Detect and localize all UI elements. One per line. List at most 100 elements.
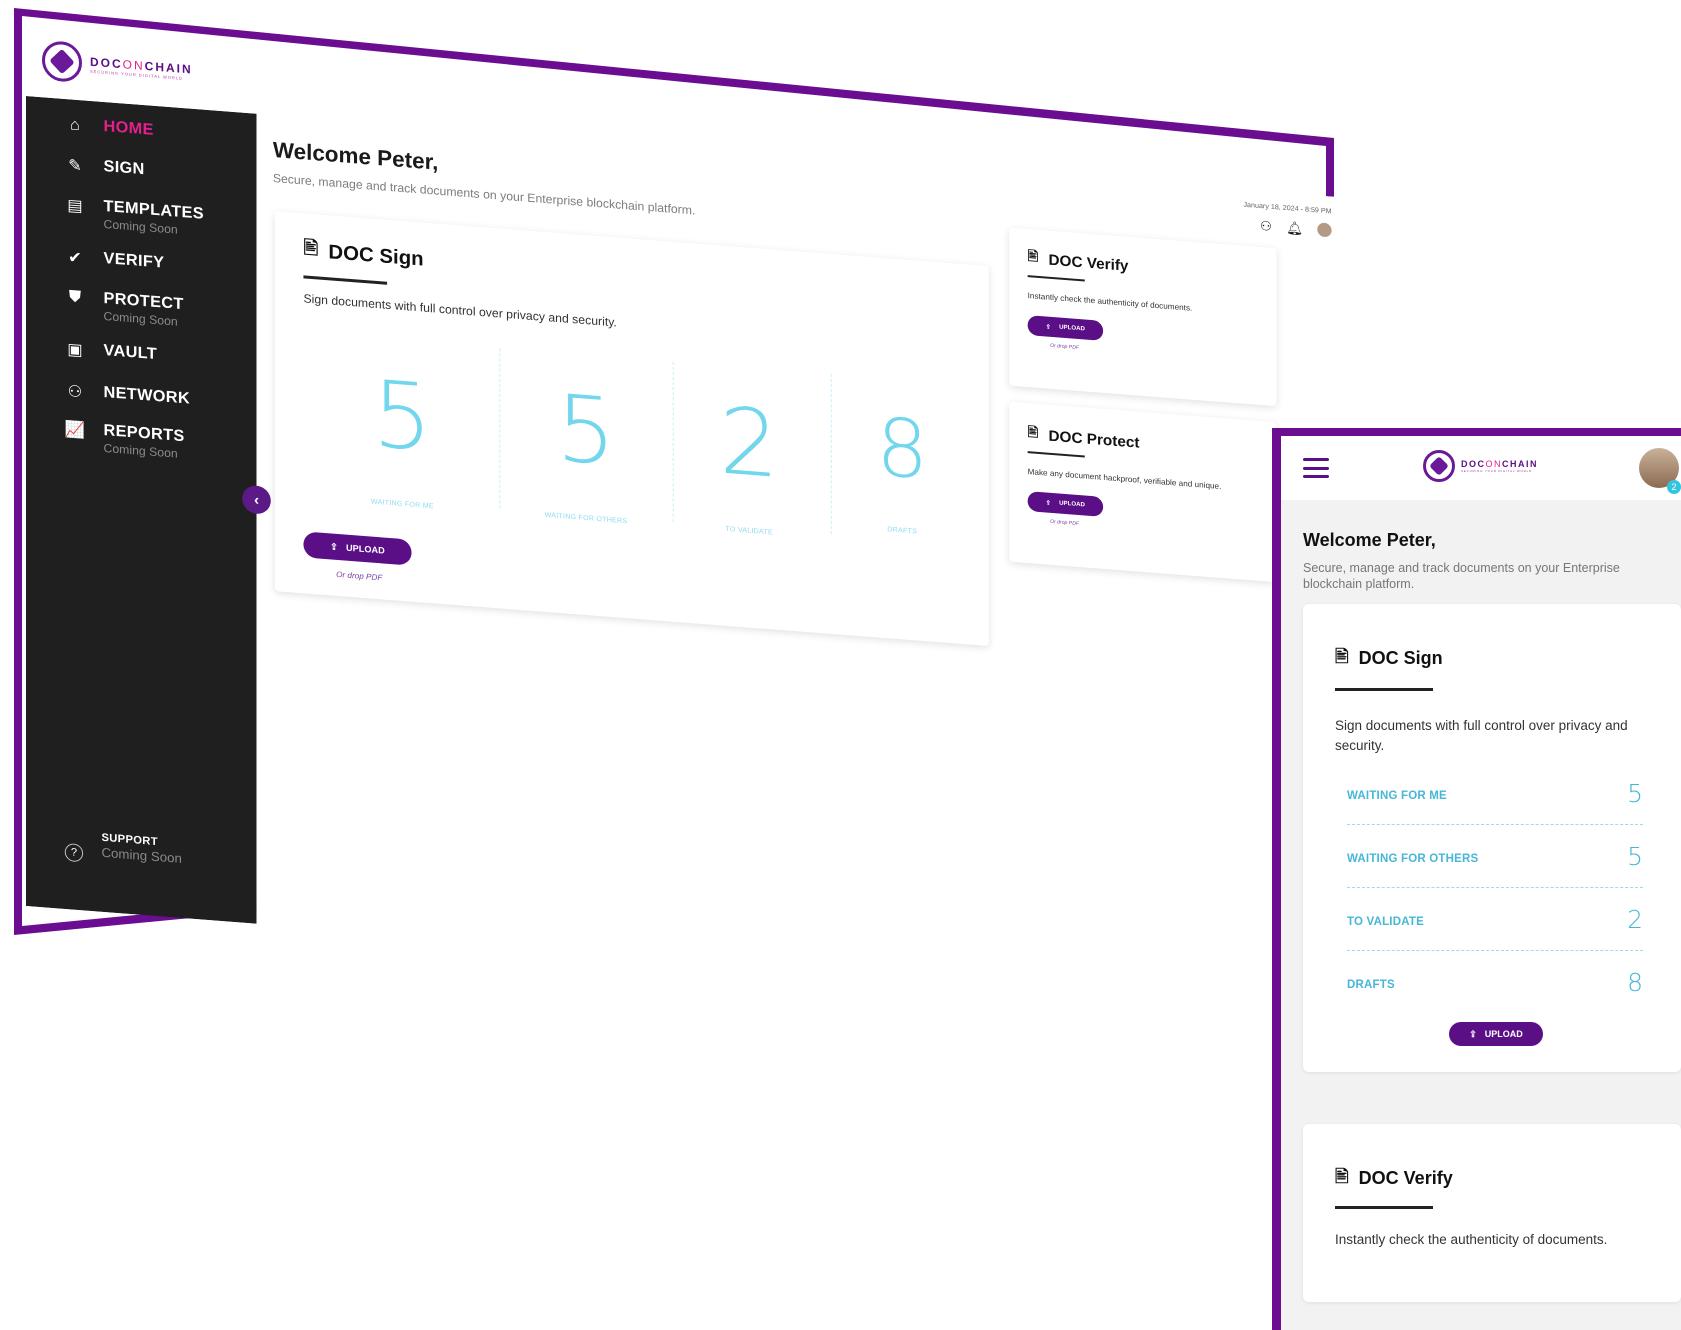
stat-drafts[interactable]: 8 DRAFTS (841, 400, 963, 539)
button-label: UPLOAD (1059, 500, 1085, 509)
stat-label: DRAFTS (1347, 979, 1395, 991)
stat-waiting-for-me[interactable]: 5 WAITING FOR ME (336, 361, 469, 513)
stat-value: 5 (556, 374, 616, 487)
sidebar-item-vault[interactable]: ▣ VAULT (65, 339, 157, 366)
nav-label: HOME (103, 117, 154, 139)
card-rule (303, 275, 388, 285)
mobile-doc-verify-card: 🖹 DOC Verify Instantly check the authent… (1303, 1124, 1681, 1302)
stat-row-drafts[interactable]: DRAFTS 8 (1347, 951, 1643, 1013)
team-icon[interactable]: ⚇ (1260, 218, 1272, 235)
protect-document-icon: 🖹 (1027, 424, 1039, 440)
upload-icon: ⇪ (330, 540, 338, 552)
stat-value: 8 (876, 400, 929, 498)
avatar[interactable] (1317, 222, 1332, 238)
page-title: Welcome Peter, (1303, 530, 1436, 550)
help-icon: ? (64, 842, 84, 863)
upload-button[interactable]: ⇪ UPLOAD (1027, 315, 1104, 341)
card-description: Sign documents with full control over pr… (1335, 718, 1628, 753)
stat-value: 8 (1627, 968, 1643, 997)
drop-pdf-hint: Or drop PDF (336, 569, 383, 583)
stat-waiting-for-others[interactable]: 5 WAITING FOR OTHERS (520, 374, 653, 527)
nav-label: NETWORK (103, 383, 190, 408)
reports-icon: 📈 (64, 420, 86, 440)
card-rule (1027, 275, 1085, 282)
verify-document-icon: 🖹 (1335, 1167, 1349, 1186)
bell-icon[interactable]: 🔔︎ (1286, 220, 1303, 237)
sidebar-item-protect[interactable]: ⛊ PROTECT Coming Soon (65, 287, 184, 329)
upload-icon: ⇪ (1045, 499, 1051, 507)
stat-label: WAITING FOR OTHERS (1347, 853, 1479, 865)
stat-value: 2 (1627, 905, 1643, 934)
network-icon: ⚇ (67, 383, 83, 402)
sidebar: ⌂ HOME ✎ SIGN ▤ TEMPLATES Coming Soon ✔ V… (26, 96, 257, 924)
stat-value: 5 (1627, 842, 1643, 871)
upload-button[interactable]: ⇪ UPLOAD (303, 531, 412, 566)
button-label: UPLOAD (346, 542, 385, 556)
stat-label: DRAFTS (887, 526, 918, 536)
card-description: Instantly check the authenticity of docu… (1335, 1232, 1608, 1247)
stat-value: 2 (719, 387, 780, 499)
stat-label: WAITING FOR ME (1347, 790, 1447, 802)
desktop-screen: ⌂ HOME ✎ SIGN ▤ TEMPLATES Coming Soon ✔ V… (26, 96, 1352, 1009)
main-content: Welcome Peter, Secure, manage and track … (256, 113, 1352, 1009)
sidebar-item-home[interactable]: ⌂ HOME (65, 115, 154, 142)
stat-label: WAITING FOR OTHERS (544, 511, 628, 526)
card-title: DOC Sign (1358, 648, 1443, 668)
button-label: UPLOAD (1059, 324, 1085, 333)
datetime: January 18, 2024 - 8:59 PM (1243, 201, 1332, 216)
stat-row-to-validate[interactable]: TO VALIDATE 2 (1347, 888, 1643, 951)
logo-mark-icon (42, 40, 82, 84)
mobile-mockup: DOCONCHAIN SECURING YOUR DIGITAL WORLD 2… (1272, 428, 1681, 1330)
sidebar-item-support[interactable]: ? SUPPORT Coming Soon (64, 829, 182, 870)
sidebar-item-reports[interactable]: 📈 REPORTS Coming Soon (65, 419, 185, 461)
sign-document-icon: 🖹 (303, 237, 319, 259)
card-rule (1027, 451, 1085, 458)
verify-document-icon: 🖹 (1027, 248, 1039, 264)
logo-mark-icon (1423, 450, 1455, 482)
doc-sign-card: 🖹 DOC Sign Sign documents with full cont… (274, 211, 989, 647)
stat-row-waiting-for-others[interactable]: WAITING FOR OTHERS 5 (1347, 825, 1643, 888)
card-rule (1335, 688, 1433, 691)
sidebar-item-network[interactable]: ⚇ NETWORK (65, 381, 190, 411)
chevron-left-icon: ‹ (253, 491, 260, 509)
doc-verify-card: 🖹 DOC Verify Instantly check the authent… (1009, 227, 1277, 407)
stat-value: 5 (1627, 779, 1643, 808)
hamburger-menu-icon[interactable] (1303, 458, 1329, 478)
nav-label: VERIFY (103, 249, 165, 272)
home-icon: ⌂ (70, 116, 80, 135)
upload-icon: ⇪ (1469, 1028, 1477, 1039)
page-subtitle: Secure, manage and track documents on yo… (1303, 561, 1620, 591)
sign-icon: ✎ (68, 157, 82, 176)
notification-badge: 2 (1667, 480, 1681, 494)
sidebar-item-templates[interactable]: ▤ TEMPLATES Coming Soon (65, 195, 204, 239)
templates-icon: ▤ (67, 197, 83, 216)
nav-label: VAULT (103, 341, 158, 364)
stat-label: WAITING FOR ME (370, 498, 434, 511)
page-title: Welcome Peter, (272, 136, 439, 175)
shield-icon: ⛊ (68, 288, 82, 307)
card-title: DOC Verify (1358, 1168, 1453, 1188)
stat-row-waiting-for-me[interactable]: WAITING FOR ME 5 (1347, 762, 1643, 825)
card-description: Instantly check the authenticity of docu… (1027, 291, 1193, 313)
card-description: Make any document hackproof, verifiable … (1027, 467, 1222, 491)
page-subtitle: Secure, manage and track documents on yo… (272, 170, 696, 218)
mobile-header: DOCONCHAIN SECURING YOUR DIGITAL WORLD 2 (1281, 436, 1681, 500)
upload-button[interactable]: ⇪ UPLOAD (1027, 491, 1104, 517)
sidebar-item-verify[interactable]: ✔ VERIFY (65, 247, 165, 275)
card-title: DOC Protect (1048, 427, 1140, 452)
verify-icon: ✔ (68, 249, 82, 268)
card-rule (1335, 1206, 1433, 1209)
card-title: DOC Verify (1048, 251, 1129, 275)
mobile-logo[interactable]: DOCONCHAIN SECURING YOUR DIGITAL WORLD (1423, 450, 1538, 482)
drop-pdf-hint: Or drop PDF (1050, 342, 1079, 352)
card-title: DOC Sign (328, 240, 424, 271)
nav-label: SIGN (103, 157, 145, 179)
doc-protect-card: 🖹 DOC Protect Make any document hackproo… (1009, 401, 1277, 583)
stat-to-validate[interactable]: 2 TO VALIDATE (683, 387, 816, 540)
topbar: January 18, 2024 - 8:59 PM ⚇ 🔔︎ (1243, 201, 1332, 240)
upload-button[interactable]: ⇪ UPLOAD (1449, 1022, 1543, 1046)
card-description: Sign documents with full control over pr… (303, 291, 617, 330)
sidebar-item-sign[interactable]: ✎ SIGN (65, 155, 145, 181)
mobile-screen: DOCONCHAIN SECURING YOUR DIGITAL WORLD 2… (1281, 436, 1681, 1330)
upload-icon: ⇪ (1045, 323, 1051, 331)
